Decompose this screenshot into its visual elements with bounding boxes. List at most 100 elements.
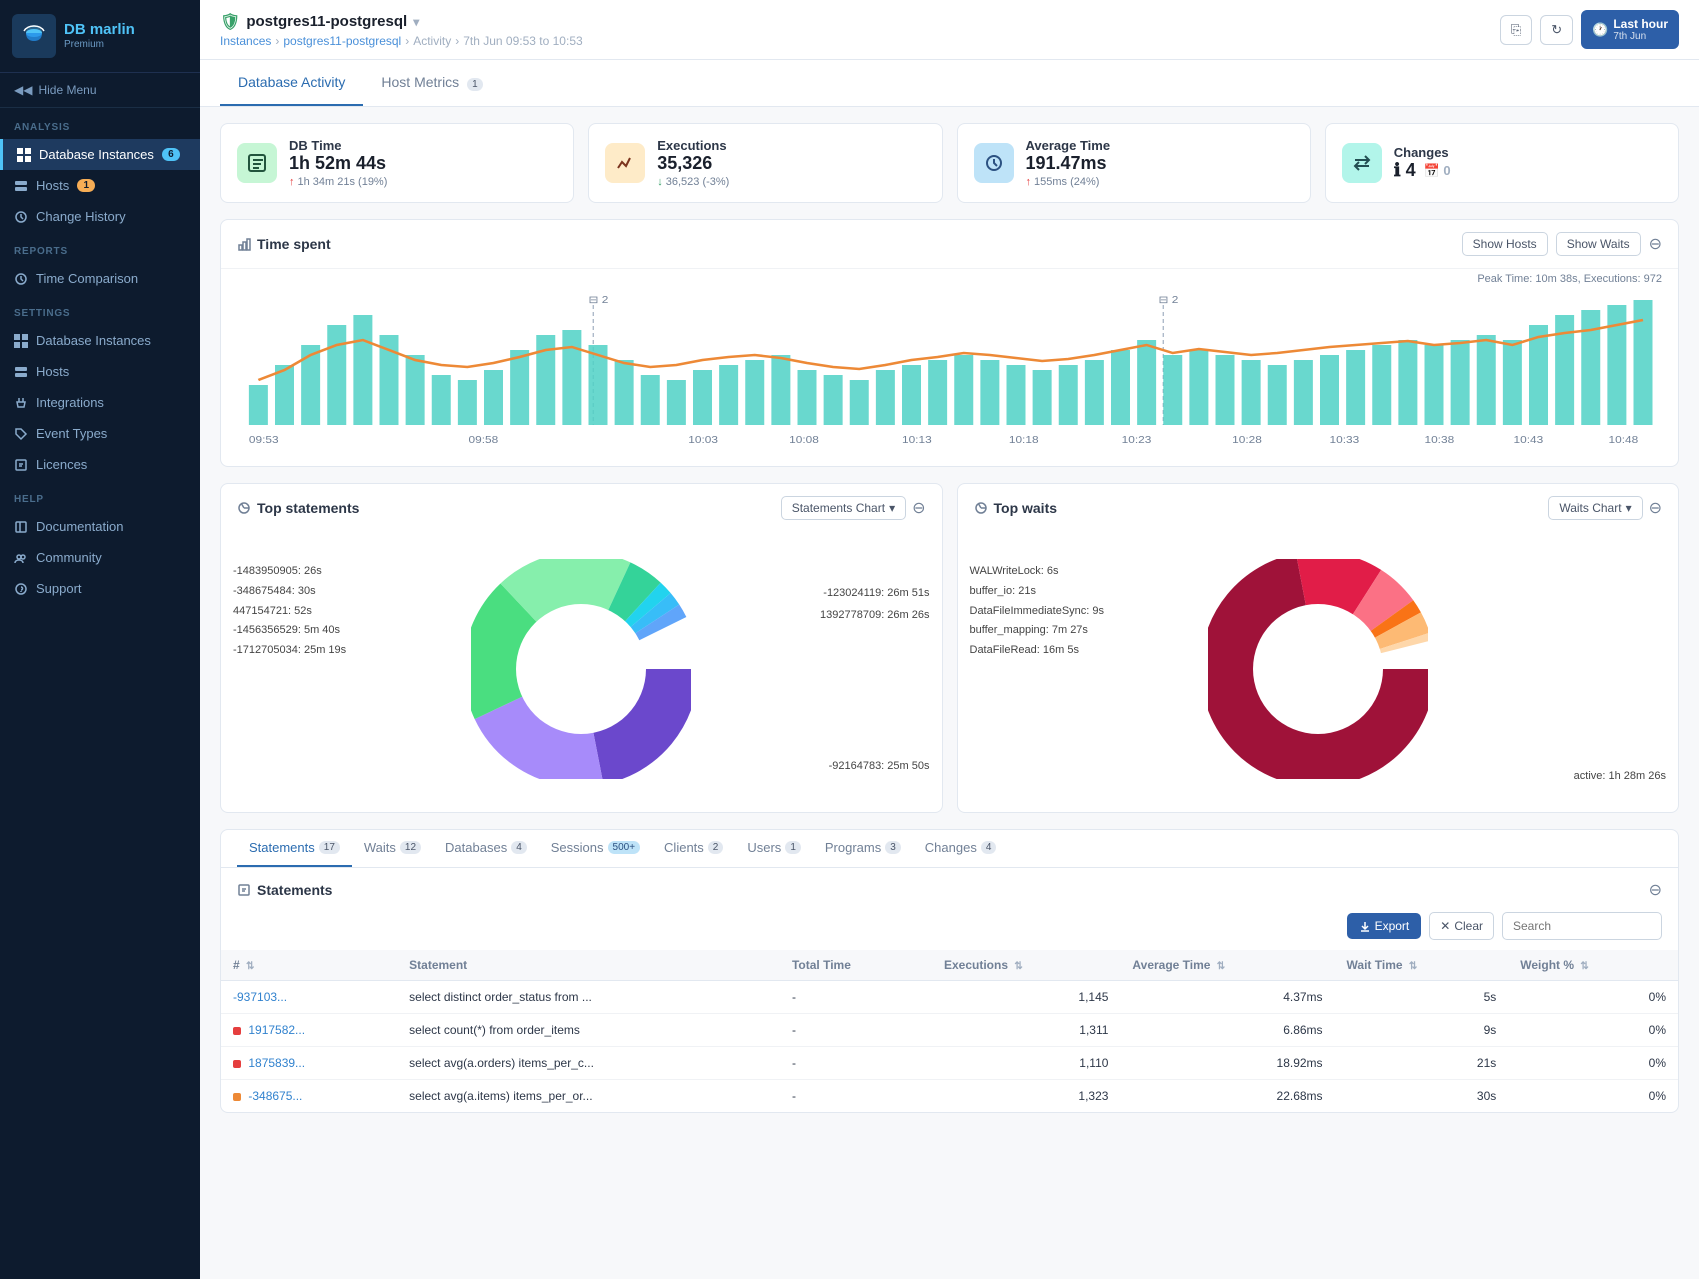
collapse-waits-button[interactable]: ⊖ bbox=[1649, 498, 1662, 518]
cell-avg-time: 18.92ms bbox=[1120, 1047, 1334, 1080]
collapse-stmt-button[interactable]: ⊖ bbox=[1649, 880, 1662, 900]
btab-users[interactable]: Users 1 bbox=[735, 830, 813, 867]
logo-area: DB marlin Premium bbox=[0, 0, 200, 73]
btab-sessions[interactable]: Sessions 500+ bbox=[539, 830, 652, 867]
btab-clients[interactable]: Clients 2 bbox=[652, 830, 735, 867]
cell-total-time: - bbox=[780, 981, 932, 1014]
clock-icon bbox=[14, 272, 28, 286]
db-time-title: DB Time bbox=[289, 138, 387, 153]
sidebar-item-db-instances-settings[interactable]: Database Instances bbox=[0, 325, 200, 356]
avg-time-value: 191.47ms bbox=[1026, 153, 1111, 174]
avg-time-title: Average Time bbox=[1026, 138, 1111, 153]
db-time-value: 1h 52m 44s bbox=[289, 153, 387, 174]
sidebar-item-database-instances[interactable]: Database Instances 6 bbox=[0, 139, 200, 170]
cell-total-time: - bbox=[780, 1047, 932, 1080]
topbar: 🛡 postgres11-postgresql ▾ Instances › po… bbox=[200, 0, 1699, 60]
hide-menu-button[interactable]: ◀◀ Hide Menu bbox=[0, 73, 200, 108]
executions-value: 35,326 bbox=[657, 153, 729, 174]
dropdown-arrow[interactable]: ▾ bbox=[413, 15, 419, 29]
top-waits-header: Top waits Waits Chart ▾ ⊖ bbox=[958, 484, 1679, 532]
copy-button[interactable]: ⎘ bbox=[1500, 15, 1532, 45]
metric-changes: Changes ℹ 4 📅 0 bbox=[1325, 123, 1679, 203]
sidebar-item-time-comparison[interactable]: Time Comparison bbox=[0, 263, 200, 294]
cell-id[interactable]: -937103... bbox=[221, 981, 397, 1014]
sidebar-item-change-history[interactable]: Change History bbox=[0, 201, 200, 232]
metric-avg-time: Average Time 191.47ms ↑ 155ms (24%) bbox=[957, 123, 1311, 203]
topbar-right: ⎘ ↻ 🕐 Last hour 7th Jun bbox=[1500, 10, 1679, 49]
grid-icon-2 bbox=[14, 334, 28, 348]
sidebar-item-community[interactable]: Community bbox=[0, 542, 200, 573]
statements-table: # ⇅ Statement Total Time Executions ⇅ Av… bbox=[221, 950, 1678, 1112]
table-row: -348675... select avg(a.items) items_per… bbox=[221, 1080, 1678, 1113]
sidebar-item-event-types[interactable]: Event Types bbox=[0, 418, 200, 449]
statements-chart-button[interactable]: Statements Chart ▾ bbox=[781, 496, 906, 520]
show-hosts-button[interactable]: Show Hosts bbox=[1462, 232, 1548, 256]
logo-sub: Premium bbox=[64, 39, 135, 50]
support-icon bbox=[14, 582, 28, 596]
sidebar-item-integrations[interactable]: Integrations bbox=[0, 387, 200, 418]
sidebar-item-hosts-settings[interactable]: Hosts bbox=[0, 356, 200, 387]
col-statement: Statement bbox=[397, 950, 780, 981]
grid-icon bbox=[17, 148, 31, 162]
export-icon bbox=[1359, 920, 1371, 932]
cell-executions: 1,110 bbox=[932, 1047, 1120, 1080]
topbar-left: 🛡 postgres11-postgresql ▾ Instances › po… bbox=[220, 12, 583, 48]
cell-weight: 0% bbox=[1508, 1014, 1678, 1047]
col-wait-time: Wait Time ⇅ bbox=[1335, 950, 1509, 981]
cell-id[interactable]: 1917582... bbox=[221, 1014, 397, 1047]
breadcrumb-instances[interactable]: Instances bbox=[220, 34, 271, 48]
cell-executions: 1,311 bbox=[932, 1014, 1120, 1047]
sidebar-item-support[interactable]: Support bbox=[0, 573, 200, 604]
tab-host-metrics[interactable]: Host Metrics 1 bbox=[363, 60, 500, 106]
refresh-button[interactable]: ↻ bbox=[1540, 15, 1573, 45]
table-row: -937103... select distinct order_status … bbox=[221, 981, 1678, 1014]
pie-icon bbox=[237, 501, 251, 515]
analysis-section: ANALYSIS Database Instances 6 Hosts 1 Ch… bbox=[0, 108, 200, 232]
cell-id[interactable]: 1875839... bbox=[221, 1047, 397, 1080]
btab-statements[interactable]: Statements 17 bbox=[237, 830, 352, 867]
chart-header: Time spent Show Hosts Show Waits ⊖ bbox=[221, 220, 1678, 269]
time-chart-svg: ⊟ 2 ⊟ 2 bbox=[237, 295, 1662, 455]
top-waits-title: Top waits bbox=[974, 500, 1058, 516]
waits-chart-button[interactable]: Waits Chart ▾ bbox=[1548, 496, 1642, 520]
btab-waits[interactable]: Waits 12 bbox=[352, 830, 433, 867]
server-icon bbox=[14, 179, 28, 193]
btab-programs[interactable]: Programs 3 bbox=[813, 830, 913, 867]
collapse-statements-button[interactable]: ⊖ bbox=[912, 498, 925, 518]
cell-avg-time: 6.86ms bbox=[1120, 1014, 1334, 1047]
cell-id[interactable]: -348675... bbox=[221, 1080, 397, 1113]
plug-icon bbox=[14, 396, 28, 410]
top-statements-body: -1483950905: 26s -348675484: 30s 4471547… bbox=[221, 532, 942, 812]
export-button[interactable]: Export bbox=[1347, 913, 1422, 939]
btab-databases[interactable]: Databases 4 bbox=[433, 830, 539, 867]
metric-executions: Executions 35,326 ↓ 36,523 (-3%) bbox=[588, 123, 942, 203]
top-statements-header: Top statements Statements Chart ▾ ⊖ bbox=[221, 484, 942, 532]
show-waits-button[interactable]: Show Waits bbox=[1556, 232, 1641, 256]
svg-text:⊟ 2: ⊟ 2 bbox=[1159, 295, 1179, 306]
sidebar-item-documentation[interactable]: Documentation bbox=[0, 511, 200, 542]
search-input[interactable] bbox=[1502, 912, 1662, 940]
sidebar-item-licences[interactable]: Licences bbox=[0, 449, 200, 480]
breadcrumb-time: 7th Jun 09:53 to 10:53 bbox=[463, 34, 582, 48]
clear-button[interactable]: ✕ Clear bbox=[1429, 912, 1494, 940]
cell-wait-time: 30s bbox=[1335, 1080, 1509, 1113]
peak-label: Peak Time: 10m 38s, Executions: 972 bbox=[221, 269, 1678, 285]
sidebar-item-hosts[interactable]: Hosts 1 bbox=[0, 170, 200, 201]
tab-database-activity[interactable]: Database Activity bbox=[220, 60, 363, 106]
collapse-chart-button[interactable]: ⊖ bbox=[1649, 234, 1662, 254]
metric-db-time: DB Time 1h 52m 44s ↑ 1h 34m 21s (19%) bbox=[220, 123, 574, 203]
logo-text: DB marlin bbox=[64, 22, 135, 39]
cell-weight: 0% bbox=[1508, 981, 1678, 1014]
cell-executions: 1,323 bbox=[932, 1080, 1120, 1113]
reports-section: REPORTS Time Comparison bbox=[0, 232, 200, 294]
breadcrumb-instance[interactable]: postgres11-postgresql bbox=[283, 34, 401, 48]
instance-name: 🛡 postgres11-postgresql ▾ bbox=[220, 12, 583, 32]
stmt-header: Statements ⊖ bbox=[221, 868, 1678, 912]
cell-avg-time: 22.68ms bbox=[1120, 1080, 1334, 1113]
btab-changes[interactable]: Changes 4 bbox=[913, 830, 1009, 867]
table-row: 1875839... select avg(a.orders) items_pe… bbox=[221, 1047, 1678, 1080]
settings-section: SETTINGS Database Instances Hosts Integr… bbox=[0, 294, 200, 480]
community-icon bbox=[14, 551, 28, 565]
waits-label-active: active: 1h 28m 26s bbox=[1574, 770, 1666, 782]
last-hour-button[interactable]: 🕐 Last hour 7th Jun bbox=[1581, 10, 1679, 49]
